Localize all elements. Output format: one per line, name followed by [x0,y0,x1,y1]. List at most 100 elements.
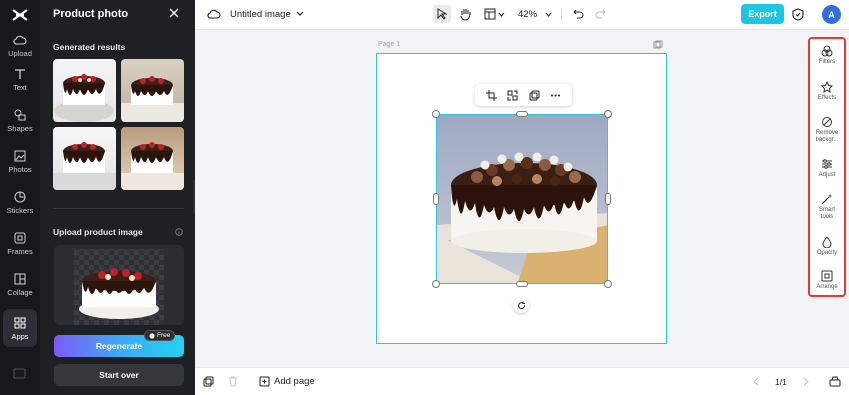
layers-icon[interactable] [203,376,214,387]
resize-handle-bottom-right[interactable] [604,280,612,288]
rail-item-frames[interactable]: Frames [0,224,40,262]
cake-image [53,142,116,190]
redo-icon[interactable] [595,8,606,19]
rail-label: Photos [8,164,32,174]
rotate-handle[interactable] [513,297,529,313]
cake-image [121,142,184,190]
resize-handle-top-left[interactable] [432,110,440,118]
tool-label: Filters [818,59,836,65]
export-button[interactable]: Export [741,4,784,24]
zoom-level[interactable]: 42% [518,8,537,20]
rail-item-text[interactable]: Text [0,60,40,98]
rail-label: Frames [7,246,33,256]
replace-icon[interactable] [507,90,518,101]
tool-remove-background[interactable]: Remove backgr... [810,116,844,143]
right-tools-panel: Filters Effects Remove backgr... Adjust … [808,37,846,297]
generated-result-1[interactable] [53,59,116,122]
tool-label: Arrange [816,284,838,290]
cloud-sync-icon[interactable] [207,8,221,20]
generated-result-3[interactable] [53,127,116,190]
generated-result-2[interactable] [121,59,184,122]
tool-adjust[interactable]: Adjust [810,158,844,179]
smart-tools-icon [821,194,832,205]
trash-icon[interactable] [228,376,238,387]
rail-item-shapes[interactable]: Shapes [0,101,40,139]
zoom-text: 42% [518,8,538,20]
more-options-icon[interactable] [550,90,561,101]
generated-result-4[interactable] [121,127,184,190]
tool-label: Opacity [816,250,838,256]
rail-label: Shapes [7,123,33,133]
chevron-down-icon[interactable] [545,12,552,17]
chevron-down-icon[interactable] [498,12,505,17]
info-icon[interactable] [175,228,183,236]
start-over-label: Start over [99,370,139,380]
resize-handle-bottom-left[interactable] [432,280,440,288]
add-page-icon [259,376,270,387]
photos-icon [14,150,26,161]
selected-cake-image[interactable] [436,114,608,284]
tool-smart-tools[interactable]: Smart tools [810,193,844,220]
tool-opacity[interactable]: Opacity [810,236,844,257]
rail-item-upload[interactable]: Upload [0,26,40,64]
adjust-icon [822,159,832,169]
cake-image [121,76,184,122]
start-over-button[interactable]: Start over [54,364,184,386]
apps-icon [14,317,26,328]
tool-effects[interactable]: Effects [810,81,844,102]
page-manager-icon[interactable] [829,376,841,387]
collage-icon [14,273,26,284]
undo-icon[interactable] [573,8,584,19]
prev-page-icon[interactable] [753,377,759,386]
resize-handle-right[interactable] [605,193,611,205]
page-count: 1/1 [775,377,787,387]
uploaded-product-image[interactable] [54,245,184,325]
hand-icon[interactable] [459,7,472,21]
image-floating-toolbar [475,84,572,106]
document-title[interactable]: Untitled image [230,8,304,20]
layout-icon[interactable] [484,8,496,20]
generated-results-heading: Generated results [53,42,126,52]
select-tool-button[interactable] [433,5,451,23]
effects-icon [821,81,833,93]
divider [53,208,184,209]
rail-label: Collage [7,287,33,297]
page-label: Page 1 [378,41,401,48]
shapes-icon [14,109,26,120]
rail-item-stickers[interactable]: Stickers [0,183,40,221]
regenerate-label: Regenerate [95,341,143,351]
rail-item-photos[interactable]: Photos [0,142,40,180]
resize-handle-top-right[interactable] [604,110,612,118]
copy-icon[interactable] [529,90,540,101]
more-icon[interactable] [13,368,26,379]
opacity-icon [822,236,832,248]
remove-background-icon [822,117,832,127]
capcut-logo [12,9,28,21]
rail-label: Stickers [6,205,34,215]
resize-handle-bottom[interactable] [516,281,528,287]
rail-label: Upload [8,48,32,58]
cake-image [54,74,114,122]
next-page-icon[interactable] [803,377,809,386]
add-page-button[interactable]: Add page [259,375,315,388]
resize-handle-left[interactable] [433,193,439,205]
resize-handle-top[interactable] [516,111,528,117]
rail-item-apps[interactable]: Apps [3,309,37,347]
tool-arrange[interactable]: Arrange [810,270,844,291]
crop-icon[interactable] [486,89,498,101]
shield-icon[interactable] [792,8,804,21]
left-rail: Upload Text Shapes Photos Stickers Frame… [0,0,40,395]
tool-label: Remove backgr... [815,130,839,143]
frames-icon [14,232,26,243]
close-icon[interactable] [168,7,180,19]
filters-icon [821,45,833,57]
app-window: Upload Text Shapes Photos Stickers Frame… [0,0,849,395]
upload-product-heading: Upload product image [53,227,143,237]
chevron-down-icon [296,11,304,16]
avatar[interactable]: A [822,5,841,24]
rail-label: Text [13,82,27,92]
tool-filters[interactable]: Filters [810,45,844,66]
rail-item-collage[interactable]: Collage [0,265,40,303]
tool-label: Adjust [818,172,836,178]
duplicate-page-icon[interactable] [653,40,663,49]
